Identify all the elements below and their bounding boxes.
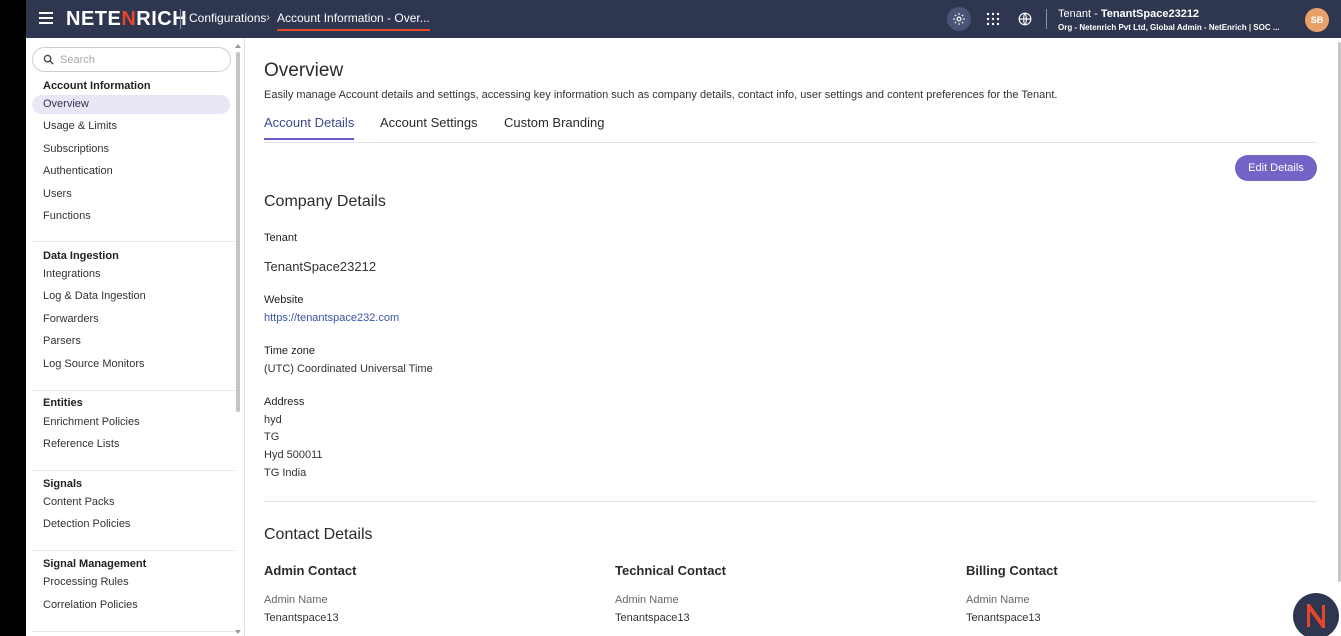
billing-contact-heading: Billing Contact xyxy=(966,563,1058,578)
sidebar-item-forwarders[interactable]: Forwarders xyxy=(32,310,230,329)
netenrich-assistant-button[interactable] xyxy=(1293,593,1339,636)
sidebar-item-authentication[interactable]: Authentication xyxy=(32,162,230,181)
avatar[interactable]: SB xyxy=(1305,8,1329,32)
org-info: Org - Netenrich Pvt Ltd, Global Admin - … xyxy=(1058,23,1280,32)
address-line: TG xyxy=(264,431,280,443)
sidebar-item-content-packs[interactable]: Content Packs xyxy=(32,493,230,512)
app-window: NETENRICH Configurations › Account Infor… xyxy=(26,0,1341,636)
sidebar-item-correlation-policies[interactable]: Correlation Policies xyxy=(32,596,230,615)
scroll-down-icon[interactable] xyxy=(235,630,241,634)
sidebar-item-overview[interactable]: Overview xyxy=(32,95,230,114)
sidebar-group-data-ingestion: Data Ingestion xyxy=(43,250,119,262)
sidebar-item-log-source-monitors[interactable]: Log Source Monitors xyxy=(32,355,230,374)
admin-name-label: Admin Name xyxy=(264,594,328,606)
search-input[interactable] xyxy=(60,53,210,66)
sidebar-group-signal-management: Signal Management xyxy=(43,558,147,570)
search-icon xyxy=(43,54,54,65)
sidebar-group-entities: Entities xyxy=(43,397,83,409)
billing-name-label: Admin Name xyxy=(966,594,1030,606)
sidebar-item-processing-rules[interactable]: Processing Rules xyxy=(32,573,230,592)
breadcrumb-separator-icon: › xyxy=(266,10,270,24)
tab-account-settings[interactable]: Account Settings xyxy=(380,115,478,138)
page-description: Easily manage Account details and settin… xyxy=(264,89,1058,101)
breadcrumb-configurations[interactable]: Configurations xyxy=(189,11,266,25)
brand-logo[interactable]: NETENRICH xyxy=(66,8,187,31)
sidebar-divider xyxy=(32,390,235,391)
netenrich-logo-icon xyxy=(1307,604,1325,628)
admin-contact-heading: Admin Contact xyxy=(264,563,357,578)
scroll-up-icon[interactable] xyxy=(235,44,241,48)
brand-logo-text: NETE xyxy=(66,8,122,30)
brand-logo-accent: N xyxy=(121,8,137,30)
website-label: Website xyxy=(264,294,304,306)
sidebar-divider xyxy=(32,550,235,551)
tenant-label: Tenant xyxy=(264,232,298,244)
company-details-title: Company Details xyxy=(264,193,386,210)
sidebar-item-usage-limits[interactable]: Usage & Limits xyxy=(32,117,230,136)
sidebar: Account Information Overview Usage & Lim… xyxy=(26,38,245,636)
sidebar-item-users[interactable]: Users xyxy=(32,185,230,204)
technical-name-value: Tenantspace13 xyxy=(615,612,690,624)
page-title: Overview xyxy=(264,60,344,81)
sidebar-divider xyxy=(32,241,235,242)
sidebar-group-signals: Signals xyxy=(43,478,83,490)
search-box[interactable] xyxy=(32,47,231,72)
tenant-value: TenantSpace23212 xyxy=(264,259,377,274)
sidebar-divider xyxy=(32,631,235,632)
sidebar-item-detection-policies[interactable]: Detection Policies xyxy=(32,515,230,534)
edit-details-button[interactable]: Edit Details xyxy=(1235,155,1317,181)
technical-contact-heading: Technical Contact xyxy=(615,563,727,578)
tenant-name[interactable]: Tenant - TenantSpace23212 xyxy=(1058,8,1199,20)
menu-icon[interactable] xyxy=(39,12,53,24)
section-divider xyxy=(264,501,1317,502)
address-line: Hyd 500011 xyxy=(264,449,323,461)
sidebar-item-integrations[interactable]: Integrations xyxy=(32,265,230,284)
gear-icon[interactable] xyxy=(947,7,971,31)
sidebar-group-account-information: Account Information xyxy=(43,80,151,92)
top-bar: NETENRICH Configurations › Account Infor… xyxy=(26,0,1341,38)
technical-name-label: Admin Name xyxy=(615,594,679,606)
tab-custom-branding[interactable]: Custom Branding xyxy=(504,115,604,138)
tenant-name-value: TenantSpace23212 xyxy=(1100,8,1200,20)
sidebar-item-log-data-ingestion[interactable]: Log & Data Ingestion xyxy=(32,287,230,306)
address-line: TG India xyxy=(264,467,307,479)
tab-bar: Account Details Account Settings Custom … xyxy=(264,115,1317,143)
timezone-label: Time zone xyxy=(264,345,315,357)
divider xyxy=(1046,9,1047,29)
address-line: hyd xyxy=(264,414,282,426)
sidebar-item-reference-lists[interactable]: Reference Lists xyxy=(32,435,230,454)
address-label: Address xyxy=(264,396,305,408)
admin-name-value: Tenantspace13 xyxy=(264,612,339,624)
main-content: Overview Easily manage Account details a… xyxy=(245,38,1341,636)
apps-grid-icon[interactable] xyxy=(981,7,1005,31)
timezone-value: (UTC) Coordinated Universal Time xyxy=(264,363,433,375)
divider xyxy=(180,9,181,29)
sidebar-scrollbar[interactable] xyxy=(236,52,240,412)
globe-icon[interactable] xyxy=(1013,7,1037,31)
sidebar-divider xyxy=(32,470,235,471)
billing-name-value: Tenantspace13 xyxy=(966,612,1041,624)
tenant-prefix: Tenant - xyxy=(1058,8,1101,20)
sidebar-item-enrichment-policies[interactable]: Enrichment Policies xyxy=(32,413,230,432)
website-link[interactable]: https://tenantspace232.com xyxy=(264,312,399,324)
tab-account-details[interactable]: Account Details xyxy=(264,115,355,140)
breadcrumb-current[interactable]: Account Information - Over... xyxy=(277,11,430,31)
sidebar-item-functions[interactable]: Functions xyxy=(32,207,230,226)
sidebar-item-parsers[interactable]: Parsers xyxy=(32,332,230,351)
sidebar-item-subscriptions[interactable]: Subscriptions xyxy=(32,140,230,159)
contact-details-title: Contact Details xyxy=(264,526,373,543)
